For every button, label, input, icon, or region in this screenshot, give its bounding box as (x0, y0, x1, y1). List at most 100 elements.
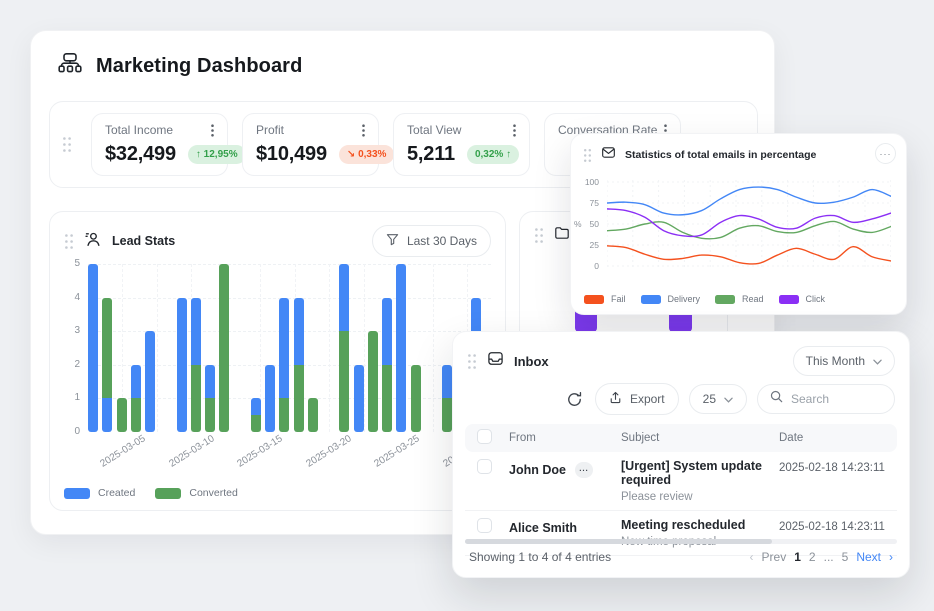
bar-segment-converted (382, 365, 392, 432)
subject-text: Meeting rescheduled (621, 518, 779, 532)
pagination-item-2[interactable]: 2 (809, 550, 816, 564)
row-checkbox[interactable] (477, 459, 492, 474)
bar-segment-created (294, 298, 304, 365)
email-chart-legend: FailDeliveryReadClick (584, 294, 825, 304)
row-checkbox[interactable] (477, 518, 492, 533)
bar-segment-converted (294, 365, 304, 432)
legend-label: Fail (611, 294, 626, 304)
legend-chip (155, 488, 181, 499)
chevron-down-icon (724, 392, 733, 406)
page-size-dropdown[interactable]: 25 (689, 384, 747, 414)
pagination-item-prev[interactable]: Prev (762, 550, 787, 564)
pagination-item-›[interactable]: › (889, 550, 893, 564)
bar-segment-created (191, 298, 201, 365)
legend-chip (715, 295, 735, 304)
legend-chip (641, 295, 661, 304)
inbox-title: Inbox (514, 354, 549, 369)
bar-segment-created (145, 331, 155, 432)
bar-segment-created (382, 298, 392, 365)
date-cell: 2025-02-18 14:23:11 (779, 518, 897, 533)
line-series-delivery (607, 187, 891, 215)
sender-name: John Doe (509, 463, 566, 477)
stat-value: $10,499 (256, 143, 327, 166)
email-statistics-title: Statistics of total emails in percentage (625, 149, 816, 161)
checkbox-cell (465, 518, 509, 538)
gridline (329, 264, 330, 432)
envelope-icon (601, 145, 616, 165)
scrollbar-thumb[interactable] (465, 539, 772, 544)
trend-badge: 0,32% ↑ (467, 145, 519, 164)
stat-card-total-view: Total View 5,211 0,32% ↑ (393, 113, 530, 176)
horizontal-scrollbar[interactable] (465, 539, 897, 544)
kebab-menu-icon[interactable] (362, 124, 365, 137)
bar-segment-created (205, 365, 215, 399)
sender-name: Alice Smith (509, 521, 577, 535)
bar-segment-converted (339, 331, 349, 432)
kebab-menu-icon[interactable] (211, 124, 214, 137)
y-axis-tick: 100 (577, 177, 599, 187)
legend-item: Fail (584, 294, 626, 304)
drag-handle-icon[interactable] (534, 227, 544, 244)
bar-segment-converted (308, 398, 318, 432)
bar-segment-converted (279, 398, 289, 432)
y-axis-tick: 0 (64, 426, 80, 437)
period-dropdown[interactable]: This Month (793, 346, 895, 376)
gridline (157, 264, 158, 432)
kebab-menu-icon[interactable] (513, 124, 516, 137)
legend-label: Delivery (668, 294, 701, 304)
pagination: ‹ Prev 12... 5 Next › (750, 550, 893, 564)
pagination-item-next[interactable]: Next (856, 550, 881, 564)
bar-segment-converted (205, 398, 215, 432)
pagination-item-‹[interactable]: ‹ (750, 550, 754, 564)
search-box[interactable] (757, 384, 895, 414)
stat-label: Total Income (105, 123, 173, 137)
bar-segment-converted (411, 365, 421, 432)
gridline (433, 264, 434, 432)
column-header-subject: Subject (621, 432, 779, 444)
export-button[interactable]: Export (595, 383, 679, 415)
table-row[interactable]: John Doe ··· [Urgent] System update requir… (465, 452, 897, 511)
more-menu-button[interactable]: ··· (875, 143, 896, 164)
bar-segment-created (265, 365, 275, 432)
legend-chip (779, 295, 799, 304)
bar-segment-created (442, 365, 452, 399)
email-line-chart (607, 178, 891, 274)
inbox-table: From Subject Date John Doe ··· [Urgent] Sy… (465, 424, 897, 556)
stat-value: $32,499 (105, 143, 176, 166)
row-more-badge[interactable]: ··· (575, 462, 593, 478)
sitemap-icon (57, 51, 83, 82)
line-series-fail (607, 246, 891, 264)
bar-segment-created (339, 264, 349, 331)
page-size-value: 25 (703, 392, 716, 406)
bar-segment-created (279, 298, 289, 399)
checkbox-cell (465, 459, 509, 479)
subject-cell: [Urgent] System update requiredPlease re… (621, 459, 779, 503)
legend-label: Converted (189, 487, 237, 499)
drag-handle-icon[interactable] (467, 353, 477, 370)
column-header-date: Date (779, 432, 897, 444)
app-header: Marketing Dashboard (31, 31, 774, 82)
search-input[interactable] (791, 392, 881, 406)
legend-chip (64, 488, 90, 499)
stat-card-profit: Profit $10,499 ↘ 0,33% (242, 113, 379, 176)
legend-item: Created (64, 487, 135, 499)
subject-text: [Urgent] System update required (621, 459, 779, 487)
pagination-item-...: ... (824, 550, 834, 564)
pagination-item-1[interactable]: 1 (794, 550, 801, 564)
drag-handle-icon[interactable] (583, 148, 592, 163)
bar-segment-converted (219, 264, 229, 432)
pagination-item-5[interactable]: 5 (842, 550, 849, 564)
bar-segment-converted (117, 398, 127, 432)
select-all-checkbox[interactable] (477, 429, 492, 444)
bar-segment-converted (131, 398, 141, 432)
refresh-button[interactable] (564, 389, 585, 410)
drag-handle-icon[interactable] (62, 136, 72, 153)
y-axis-tick: 5 (64, 258, 80, 269)
y-axis-tick: 75 (577, 198, 599, 208)
table-header-row: From Subject Date (465, 424, 897, 452)
bar-segment-created (88, 264, 98, 432)
from-cell: Alice Smith (509, 518, 621, 535)
export-icon (609, 391, 622, 407)
column-header-from: From (509, 432, 621, 444)
legend-item: Delivery (641, 294, 701, 304)
